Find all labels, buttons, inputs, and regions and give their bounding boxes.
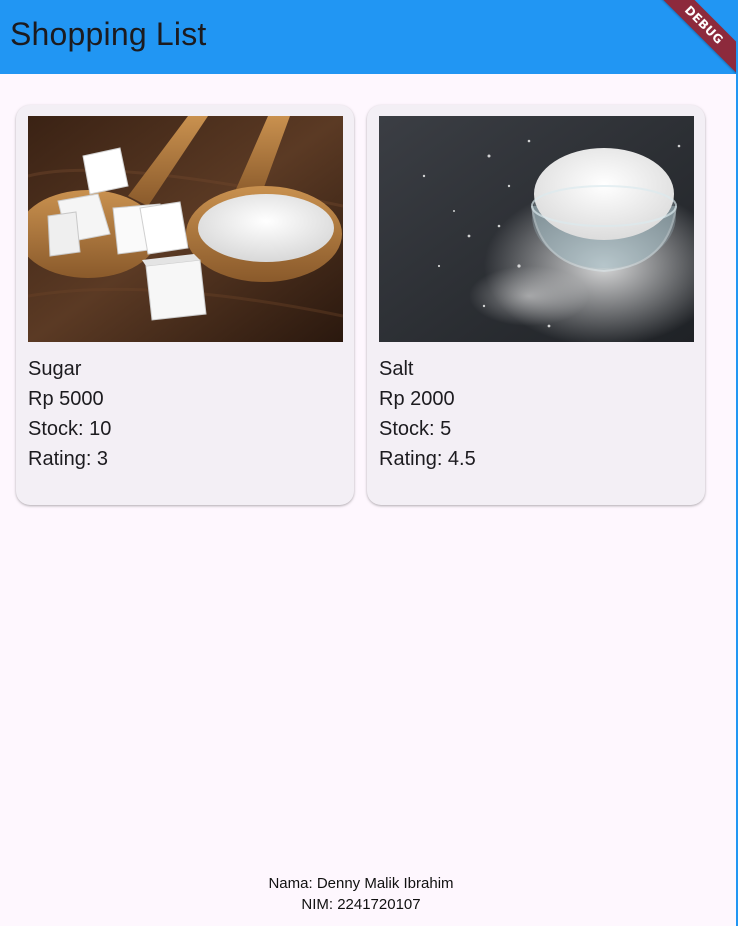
product-rating: Rating: 4.5 (379, 448, 476, 470)
product-grid: Sugar Rp 5000 Stock: 10 Rating: 3 Salt R… (16, 105, 705, 505)
product-name: Salt (379, 358, 414, 380)
product-price: Rp 2000 (379, 388, 455, 410)
sugar-image (28, 116, 343, 342)
product-card-salt[interactable]: Salt Rp 2000 Stock: 5 Rating: 4.5 (367, 105, 705, 505)
footer-name: Nama: Denny Malik Ibrahim (268, 875, 454, 892)
app-bar: Shopping List DEBUG (0, 0, 736, 74)
sugar-photo-icon (28, 116, 343, 342)
footer-nim: NIM: 2241720107 (301, 896, 421, 913)
product-stock: Stock: 5 (379, 418, 452, 440)
salt-photo-icon (379, 116, 694, 342)
product-card-sugar[interactable]: Sugar Rp 5000 Stock: 10 Rating: 3 (16, 105, 354, 505)
product-info: Sugar Rp 5000 Stock: 10 Rating: 3 (28, 354, 342, 474)
product-stock: Stock: 10 (28, 418, 112, 440)
product-price: Rp 5000 (28, 388, 104, 410)
app-screen: Shopping List DEBUG Sugar Rp 5000 Stock:… (0, 0, 736, 926)
product-name: Sugar (28, 358, 82, 380)
page-title: Shopping List (10, 15, 207, 52)
product-info: Salt Rp 2000 Stock: 5 Rating: 4.5 (379, 354, 693, 474)
debug-banner: DEBUG (652, 0, 736, 74)
footer: Nama: Denny Malik Ibrahim NIM: 224172010… (0, 873, 722, 915)
product-rating: Rating: 3 (28, 448, 109, 470)
salt-image (379, 116, 694, 342)
